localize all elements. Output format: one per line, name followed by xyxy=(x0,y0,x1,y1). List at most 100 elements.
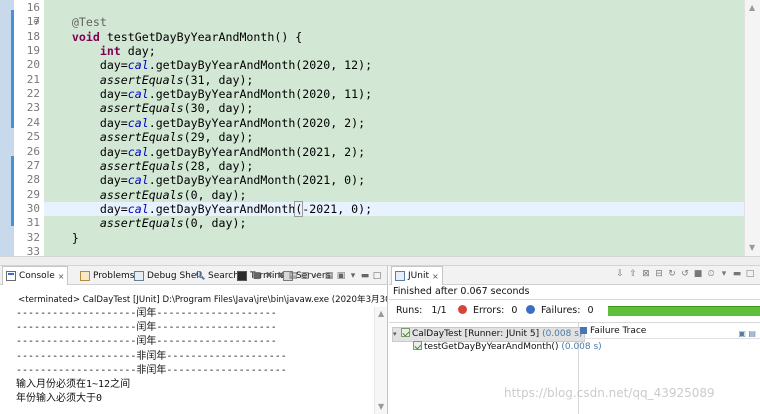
code-token: cal xyxy=(127,201,149,216)
code-line[interactable]: day=cal.getDayByYearAndMonth(-2021, 0); xyxy=(44,200,744,217)
code-line[interactable]: int day; xyxy=(44,44,744,58)
code-line[interactable]: } xyxy=(44,231,744,245)
code-token: assertEquals xyxy=(99,101,184,116)
code-line[interactable] xyxy=(44,245,744,256)
code-line[interactable]: @Test xyxy=(44,15,744,29)
stop-icon[interactable]: ■ xyxy=(693,269,703,279)
code-token: assertEquals xyxy=(99,187,184,202)
tree-root-time: (0.008 s) xyxy=(542,329,583,339)
tab-label: Console xyxy=(19,271,55,281)
code-line[interactable] xyxy=(44,1,744,15)
maximize-icon[interactable]: □ xyxy=(372,271,382,281)
code-token: .getDayByYearAndMonth xyxy=(148,201,296,216)
panel-divider[interactable] xyxy=(0,256,760,266)
scroll-lock-icon[interactable]: ⊟ xyxy=(654,269,664,279)
code-line[interactable]: day=cal.getDayByYearAndMonth(2020, 11); xyxy=(44,87,744,101)
scroll-up-icon[interactable]: ▲ xyxy=(378,309,384,318)
eclipse-window: @Test void testGetDayByYearAndMonth() { … xyxy=(0,0,760,414)
tree-root[interactable]: ▾ CalDayTest [Runner: JUnit 5] (0.008 s) xyxy=(392,327,586,342)
failure-icon xyxy=(526,305,535,314)
maximize-icon[interactable]: □ xyxy=(745,269,755,279)
problems-icon xyxy=(80,270,90,281)
console-toolbar: ■ ✖ ✖ ▤ ▥ ↵ ▦ ▣ ▾ ▬ □ xyxy=(252,269,384,283)
display-console-icon[interactable]: ▣ xyxy=(336,271,346,281)
line-number: 16 xyxy=(26,1,40,14)
remove-all-icon[interactable]: ✖ xyxy=(276,271,286,281)
code-line[interactable]: assertEquals(0, day); xyxy=(44,188,744,202)
rerun-failed-icon[interactable]: ↺ xyxy=(680,269,690,279)
code-line[interactable]: day=cal.getDayByYearAndMonth(2020, 12); xyxy=(44,58,744,72)
tree-test-case[interactable]: testGetDayByYearAndMonth() (0.008 s) xyxy=(413,341,602,354)
line-number: 19 xyxy=(26,44,40,58)
code-token: day= xyxy=(44,87,128,102)
collapse-icon[interactable]: ▾ xyxy=(393,328,401,341)
code-line[interactable]: assertEquals(28, day); xyxy=(44,159,744,173)
editor-scrollbar[interactable]: ▲ ▼ xyxy=(744,0,760,256)
code-token: .getDayByYearAndMonth(2020, 12); xyxy=(148,58,373,73)
close-icon[interactable]: ⨯ xyxy=(432,272,439,281)
tab-label: JUnit xyxy=(408,271,429,281)
code-line[interactable]: assertEquals(29, day); xyxy=(44,130,744,144)
errors-label: Errors: xyxy=(473,305,505,316)
tab-junit[interactable]: JUnit ⨯ xyxy=(391,266,443,285)
tab-label: Problems xyxy=(93,270,135,281)
code-line[interactable]: void testGetDayByYearAndMonth() { xyxy=(44,30,744,44)
clear-console-icon[interactable]: ▤ xyxy=(288,271,298,281)
code-token: int xyxy=(99,44,121,59)
console-output[interactable]: --------------------闰年------------------… xyxy=(16,307,373,414)
stack-trace-icon xyxy=(580,327,587,334)
show-failures-icon[interactable]: ⊠ xyxy=(641,269,651,279)
code-token: cal xyxy=(127,144,149,159)
line-number: 23 xyxy=(26,101,40,115)
open-console-icon[interactable]: ▾ xyxy=(348,271,358,281)
tab-problems[interactable]: Problems xyxy=(77,266,134,285)
code-token: @Test xyxy=(44,15,107,30)
code-area[interactable]: @Test void testGetDayByYearAndMonth() { … xyxy=(44,0,744,256)
code-line[interactable]: day=cal.getDayByYearAndMonth(2021, 2); xyxy=(44,145,744,159)
console-icon xyxy=(6,271,16,281)
rerun-icon[interactable]: ↻ xyxy=(667,269,677,279)
previous-failure-icon[interactable]: ⇧ xyxy=(628,269,638,279)
code-token: (0, day); xyxy=(183,216,247,231)
progress-bar xyxy=(608,306,760,316)
filter-trace-icon[interactable]: ▣ ▤ xyxy=(738,326,756,342)
next-failure-icon[interactable]: ⇩ xyxy=(615,269,625,279)
code-line[interactable]: assertEquals(31, day); xyxy=(44,73,744,87)
tab-debug-shell[interactable]: Debug Shell xyxy=(131,266,201,285)
line-number: 31 xyxy=(26,216,40,230)
console-line: --------------------非闰年-----------------… xyxy=(16,350,287,362)
tab-console[interactable]: Console ⨯ xyxy=(2,266,69,285)
code-token: cal xyxy=(127,87,149,102)
minimize-icon[interactable]: ▬ xyxy=(360,271,370,281)
code-token: day= xyxy=(44,58,128,73)
close-icon[interactable]: ⨯ xyxy=(58,272,65,281)
pin-console-icon[interactable]: ▦ xyxy=(324,271,334,281)
remove-launch-icon[interactable]: ✖ xyxy=(264,271,274,281)
scroll-up-icon[interactable]: ▲ xyxy=(749,3,755,12)
finished-status: Finished after 0.067 seconds xyxy=(393,286,530,297)
terminate-icon[interactable]: ■ xyxy=(252,271,262,281)
line-number: 22 xyxy=(26,87,40,101)
errors-value: 0 xyxy=(511,305,518,316)
word-wrap-icon[interactable]: ↵ xyxy=(312,271,322,281)
fold-icon[interactable]: ⊖ xyxy=(33,15,45,29)
runs-stat: Runs: 1/1 xyxy=(396,305,447,316)
history-icon[interactable]: ⏲ xyxy=(706,269,716,279)
scroll-down-icon[interactable]: ▼ xyxy=(378,402,384,411)
junit-icon xyxy=(395,271,405,281)
code-line[interactable]: day=cal.getDayByYearAndMonth(2021, 0); xyxy=(44,173,744,187)
scroll-down-icon[interactable]: ▼ xyxy=(749,243,755,252)
search-icon xyxy=(195,270,205,281)
code-token: assertEquals xyxy=(99,158,184,173)
test-tree: ▾ CalDayTest [Runner: JUnit 5] (0.008 s) … xyxy=(389,323,602,414)
scroll-lock-icon[interactable]: ▥ xyxy=(300,271,310,281)
tab-search[interactable]: Search xyxy=(192,266,239,285)
minimize-icon[interactable]: ▬ xyxy=(732,269,742,279)
view-menu-icon[interactable]: ▾ xyxy=(719,269,729,279)
code-token: cal xyxy=(127,58,149,73)
code-line[interactable]: day=cal.getDayByYearAndMonth(2020, 2); xyxy=(44,116,744,130)
code-line[interactable]: assertEquals(30, day); xyxy=(44,101,744,115)
console-scrollbar[interactable]: ▲ ▼ xyxy=(374,307,387,414)
code-line[interactable]: assertEquals(0, day); xyxy=(44,216,744,230)
